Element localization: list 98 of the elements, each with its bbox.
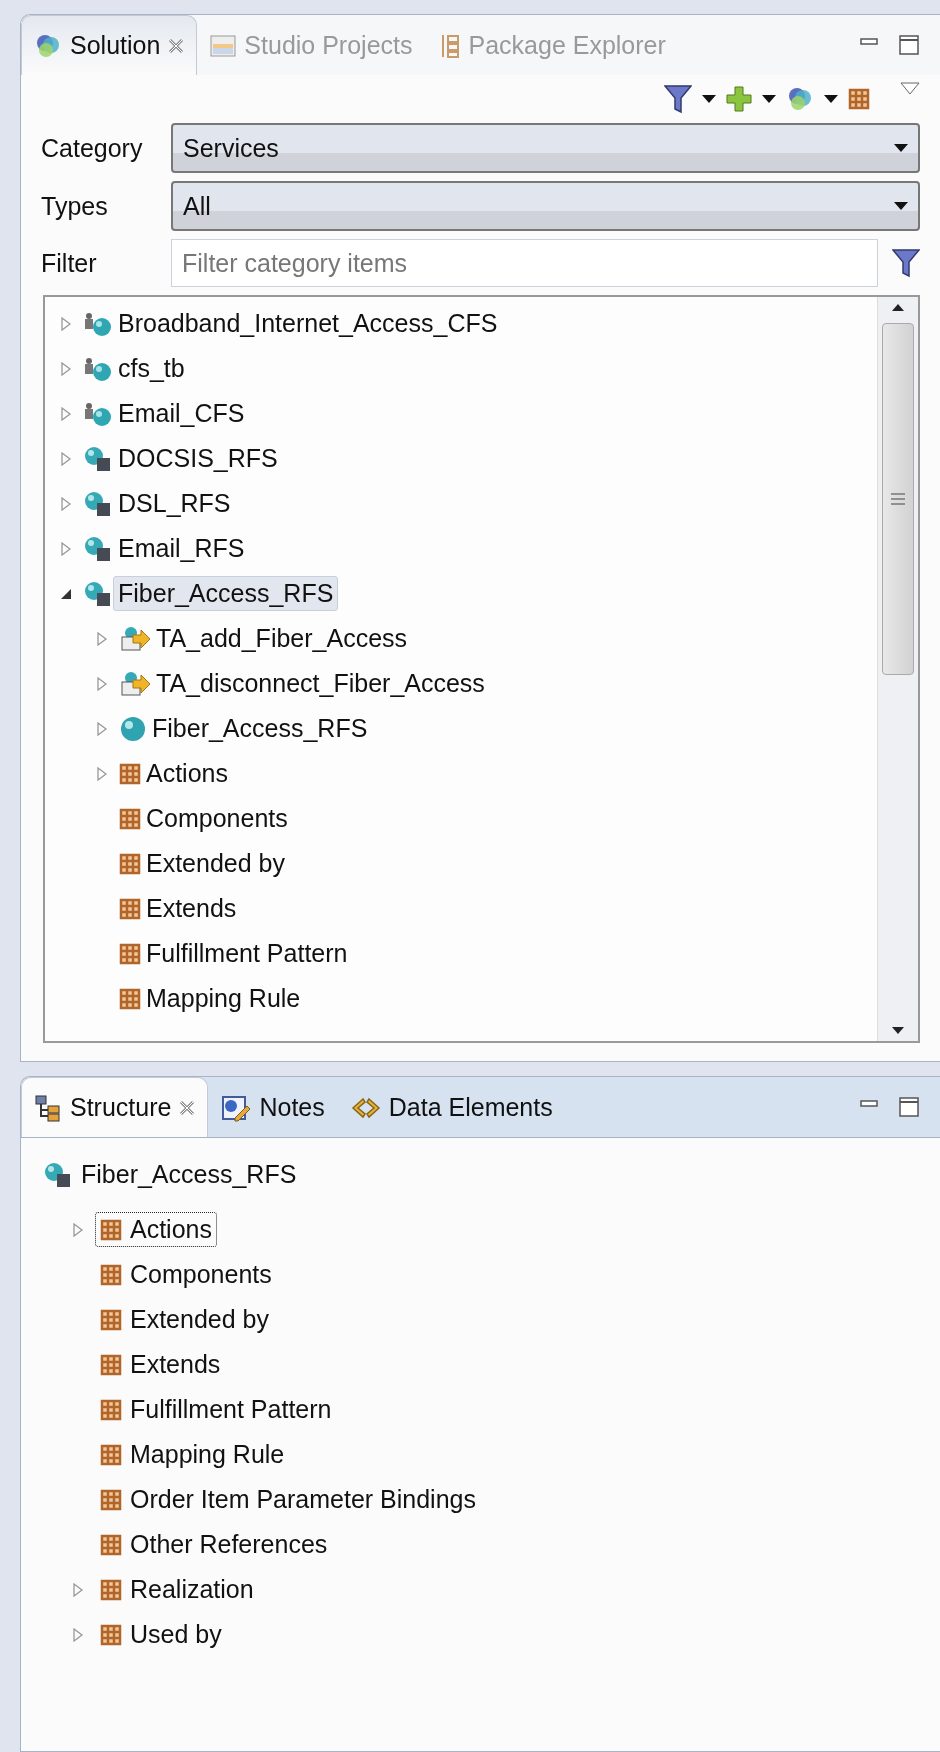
gear-arrow-icon <box>119 624 151 653</box>
expand-arrow-icon[interactable] <box>59 496 73 511</box>
filter-icon[interactable] <box>892 248 920 278</box>
sphere-square-icon <box>83 444 113 473</box>
grid-icon <box>119 942 141 965</box>
category-dropdown[interactable]: Services <box>171 123 920 173</box>
grid-icon <box>119 807 141 830</box>
grid-icon <box>119 762 141 785</box>
colored-spheres-icon <box>786 85 814 113</box>
angle-brackets-icon <box>350 1095 381 1120</box>
grid-icon <box>100 1398 122 1421</box>
sphere-icon <box>119 714 147 743</box>
figure-sphere-icon <box>83 355 113 382</box>
grid-icon <box>100 1263 122 1286</box>
sphere-square-icon <box>43 1160 73 1189</box>
tree-item[interactable]: Mapping Rule <box>95 1437 290 1472</box>
filter-field[interactable]: Filter category items <box>171 239 878 287</box>
grid-icon <box>119 852 141 875</box>
expand-arrow-icon[interactable] <box>59 406 73 421</box>
tree-item[interactable]: Fulfillment Pattern <box>95 1392 337 1427</box>
tree-item[interactable]: Fiber_Access_RFS <box>147 711 373 746</box>
tree-item[interactable]: Used by <box>95 1617 227 1652</box>
expand-arrow-icon[interactable] <box>59 361 73 376</box>
expand-arrow-icon[interactable] <box>59 316 73 331</box>
sphere-square-icon <box>83 534 113 563</box>
grid-icon <box>100 1623 122 1646</box>
expand-arrow-icon[interactable] <box>59 451 73 466</box>
field-label: Types <box>41 191 109 221</box>
plus-icon[interactable] <box>726 86 752 112</box>
tree-item[interactable]: DSL_RFS <box>113 486 236 521</box>
tree-item[interactable]: Components <box>95 1257 277 1292</box>
dropdown-caret-icon[interactable] <box>894 143 908 153</box>
tree-item[interactable]: Mapping Rule <box>141 981 306 1016</box>
maximize-icon[interactable] <box>898 34 920 56</box>
view-menu-icon[interactable] <box>900 82 920 96</box>
note-pencil-icon <box>221 1093 252 1122</box>
grid-icon <box>119 987 141 1010</box>
expand-arrow-icon[interactable] <box>71 1582 85 1597</box>
grip-icon <box>890 492 906 506</box>
tree-item[interactable]: Fulfillment Pattern <box>141 936 353 971</box>
grid-icon <box>100 1353 122 1376</box>
close-icon[interactable] <box>179 1099 196 1116</box>
dropdown-caret-icon[interactable] <box>702 94 716 104</box>
expand-arrow-icon[interactable] <box>95 766 109 781</box>
tree-item[interactable]: Components <box>141 801 293 836</box>
figure-sphere-icon <box>83 310 113 337</box>
scrollbar[interactable] <box>877 297 918 1041</box>
close-icon[interactable] <box>168 37 185 54</box>
expand-arrow-icon[interactable] <box>59 541 73 556</box>
figure-sphere-icon <box>83 400 113 427</box>
tree-item[interactable]: Extended by <box>95 1302 274 1337</box>
grid-icon <box>100 1488 122 1511</box>
tree-item[interactable]: TA_add_Fiber_Access <box>151 621 413 656</box>
tree-item[interactable]: Extends <box>95 1347 226 1382</box>
tree-item[interactable]: cfs_tb <box>113 351 190 386</box>
window-icon <box>210 33 237 58</box>
grid-icon <box>100 1308 122 1331</box>
expand-arrow-icon[interactable] <box>95 676 109 691</box>
expand-arrow-icon[interactable] <box>95 631 109 646</box>
tree-item[interactable]: Actions <box>141 756 233 791</box>
tree-item[interactable]: Broadband_Internet_Access_CFS <box>113 306 503 341</box>
scroll-thumb[interactable] <box>882 323 914 675</box>
tree-item[interactable]: DOCSIS_RFS <box>113 441 283 476</box>
tree-item[interactable]: Order Item Parameter Bindings <box>95 1482 481 1517</box>
sphere-square-icon <box>83 489 113 518</box>
dropdown-caret-icon[interactable] <box>762 94 776 104</box>
tree-item[interactable]: Extends <box>141 891 242 926</box>
tree-item[interactable]: Email_CFS <box>113 396 250 431</box>
tree-item[interactable]: Realization <box>95 1572 259 1607</box>
grid-icon <box>848 88 870 110</box>
dropdown-caret-icon[interactable] <box>824 94 838 104</box>
tree-item[interactable]: Fiber_Access_RFS <box>113 576 339 611</box>
grid-icon <box>119 897 141 920</box>
tree-item[interactable]: Email_RFS <box>113 531 250 566</box>
view-tab[interactable]: Data Elements <box>337 1077 566 1137</box>
expand-arrow-icon[interactable] <box>71 1222 85 1237</box>
dropdown-caret-icon[interactable] <box>894 201 908 211</box>
types-dropdown[interactable]: All <box>171 181 920 231</box>
filter-icon[interactable] <box>664 84 692 114</box>
expand-arrow-icon[interactable] <box>95 721 109 736</box>
view-tab[interactable]: Notes <box>208 1077 338 1137</box>
expand-arrow-icon[interactable] <box>71 1627 85 1642</box>
field-label: Category <box>41 133 144 163</box>
gear-arrow-icon <box>119 669 151 698</box>
tree-item[interactable]: Other References <box>95 1527 333 1562</box>
tree-item[interactable]: Extended by <box>141 846 290 881</box>
view-tab[interactable]: Structure <box>21 1077 209 1137</box>
grid-icon <box>100 1533 122 1556</box>
maximize-icon[interactable] <box>898 1096 920 1118</box>
sphere-square-icon <box>83 579 113 608</box>
grid-icon <box>100 1218 122 1241</box>
field-label: Filter <box>41 248 98 278</box>
view-tab[interactable]: Solution <box>21 15 198 75</box>
grid-icon <box>100 1578 122 1601</box>
hierarchy-icon <box>34 1093 62 1122</box>
tree-item[interactable]: TA_disconnect_Fiber_Access <box>151 666 490 701</box>
grid-icon <box>100 1443 122 1466</box>
root-label: Fiber_Access_RFS <box>81 1160 297 1189</box>
